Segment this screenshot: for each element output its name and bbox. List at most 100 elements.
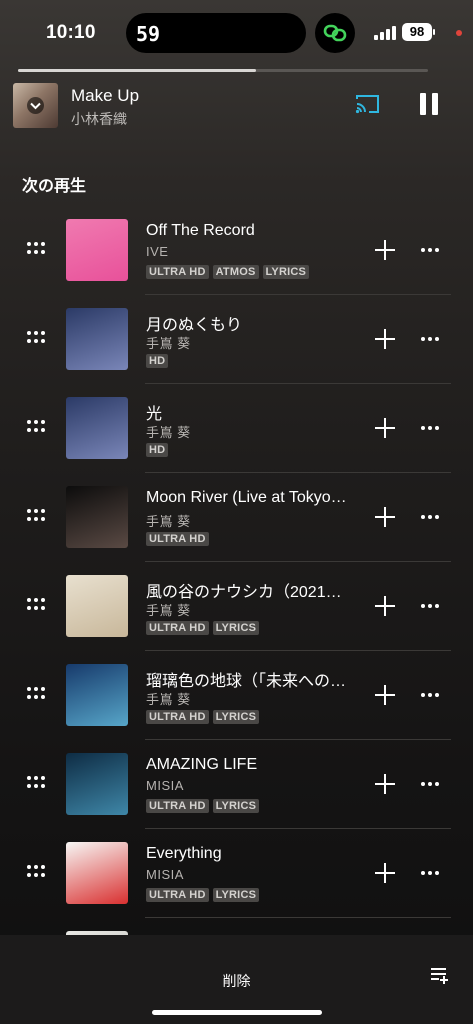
- queue-row[interactable]: Everything MISIA ULTRA HD LYRICS: [0, 829, 473, 918]
- now-playing-artwork[interactable]: [13, 83, 58, 128]
- battery-tip: [433, 29, 435, 35]
- more-icon[interactable]: [421, 337, 439, 341]
- track-artist: MISIA: [146, 778, 184, 793]
- badge-group: ULTRA HD LYRICS: [146, 799, 260, 813]
- queue-row[interactable]: Moon River (Live at Tokyo… 手嶌 葵 ULTRA HD: [0, 473, 473, 562]
- more-icon[interactable]: [421, 248, 439, 252]
- more-icon[interactable]: [421, 693, 439, 697]
- track-artist: 手嶌 葵: [146, 514, 191, 529]
- track-artist: MISIA: [146, 867, 184, 882]
- pause-icon[interactable]: [419, 93, 439, 115]
- add-icon[interactable]: [375, 329, 395, 349]
- track-artist: 手嶌 葵: [146, 603, 191, 618]
- recording-indicator: [456, 30, 462, 36]
- album-artwork[interactable]: [66, 308, 128, 370]
- cast-icon[interactable]: [354, 93, 381, 120]
- album-artwork[interactable]: [66, 575, 128, 637]
- album-artwork[interactable]: [66, 486, 128, 548]
- track-artist: 手嶌 葵: [146, 336, 191, 351]
- track-title: 瑠璃色の地球（「未来への…: [146, 673, 347, 690]
- quality-badge: LYRICS: [212, 799, 260, 813]
- drag-handle-icon[interactable]: [27, 509, 45, 523]
- queue-row[interactable]: AMAZING LIFE MISIA ULTRA HD LYRICS: [0, 740, 473, 829]
- quality-badge: LYRICS: [212, 888, 260, 902]
- add-icon[interactable]: [375, 685, 395, 705]
- now-playing-title[interactable]: Make Up: [71, 86, 139, 106]
- now-playing-artist[interactable]: 小林香織: [71, 109, 127, 129]
- drag-handle-icon[interactable]: [27, 687, 45, 701]
- track-artist: IVE: [146, 244, 169, 259]
- quality-badge: LYRICS: [262, 265, 310, 279]
- queue-edit-icon[interactable]: [430, 967, 450, 990]
- quality-badge: ULTRA HD: [146, 621, 209, 635]
- quality-badge: ULTRA HD: [146, 799, 209, 813]
- add-icon[interactable]: [375, 418, 395, 438]
- album-artwork[interactable]: [66, 397, 128, 459]
- album-artwork[interactable]: [66, 664, 128, 726]
- drag-handle-icon[interactable]: [27, 420, 45, 434]
- playback-progress-fill: [18, 69, 256, 72]
- album-artwork[interactable]: [66, 753, 128, 815]
- dynamic-island: 59: [126, 13, 306, 53]
- bottom-bar: 削除: [0, 935, 473, 1024]
- track-title: Off The Record: [146, 222, 255, 239]
- album-artwork[interactable]: [66, 219, 128, 281]
- quality-badge: HD: [146, 443, 169, 457]
- badge-group: HD: [146, 354, 169, 368]
- drag-handle-icon[interactable]: [27, 776, 45, 790]
- track-title: Everything: [146, 845, 222, 862]
- quality-badge: ULTRA HD: [146, 532, 209, 546]
- battery-icon: 98: [402, 23, 432, 41]
- more-icon[interactable]: [421, 782, 439, 786]
- quality-badge: ULTRA HD: [146, 265, 209, 279]
- badge-group: ULTRA HD LYRICS: [146, 710, 260, 724]
- playback-progress-bar[interactable]: [18, 69, 428, 72]
- badge-group: ULTRA HD LYRICS: [146, 888, 260, 902]
- home-indicator: [152, 1010, 322, 1015]
- drag-handle-icon[interactable]: [27, 865, 45, 879]
- track-title: 月のぬくもり: [146, 317, 243, 334]
- add-icon[interactable]: [375, 596, 395, 616]
- queue-list: Off The Record IVE ULTRA HD ATMOS LYRICS 月…: [0, 206, 473, 1007]
- add-icon[interactable]: [375, 863, 395, 883]
- island-counter: 59: [136, 22, 161, 46]
- add-icon[interactable]: [375, 774, 395, 794]
- album-artwork[interactable]: [66, 842, 128, 904]
- more-icon[interactable]: [421, 515, 439, 519]
- quality-badge: LYRICS: [212, 710, 260, 724]
- track-title: 光: [146, 406, 163, 423]
- drag-handle-icon[interactable]: [27, 242, 45, 256]
- track-title: AMAZING LIFE: [146, 756, 258, 773]
- queue-row[interactable]: 光 手嶌 葵 HD: [0, 384, 473, 473]
- quality-badge: ATMOS: [212, 265, 259, 279]
- quality-badge: ULTRA HD: [146, 710, 209, 724]
- track-title: Moon River (Live at Tokyo…: [146, 489, 347, 506]
- status-bar: 10:10 59 98: [0, 0, 473, 64]
- drag-handle-icon[interactable]: [27, 598, 45, 612]
- queue-row[interactable]: 瑠璃色の地球（「未来への… 手嶌 葵 ULTRA HD LYRICS: [0, 651, 473, 740]
- quality-badge: ULTRA HD: [146, 888, 209, 902]
- quality-badge: HD: [146, 354, 169, 368]
- more-icon[interactable]: [421, 426, 439, 430]
- badge-group: ULTRA HD LYRICS: [146, 621, 260, 635]
- queue-row[interactable]: Off The Record IVE ULTRA HD ATMOS LYRICS: [0, 206, 473, 295]
- more-icon[interactable]: [421, 871, 439, 875]
- track-title: 風の谷のナウシカ（2021…: [146, 584, 342, 601]
- queue-row[interactable]: 風の谷のナウシカ（2021… 手嶌 葵 ULTRA HD LYRICS: [0, 562, 473, 651]
- badge-group: HD: [146, 443, 169, 457]
- drag-handle-icon[interactable]: [27, 331, 45, 345]
- badge-group: ULTRA HD ATMOS LYRICS: [146, 265, 310, 279]
- quality-badge: LYRICS: [212, 621, 260, 635]
- chevron-down-icon[interactable]: [27, 97, 44, 114]
- link-icon: [315, 13, 355, 53]
- more-icon[interactable]: [421, 604, 439, 608]
- track-artist: 手嶌 葵: [146, 425, 191, 440]
- delete-button[interactable]: 削除: [0, 971, 473, 991]
- cellular-signal-icon: [374, 26, 398, 40]
- badge-group: ULTRA HD: [146, 532, 209, 546]
- add-icon[interactable]: [375, 507, 395, 527]
- up-next-heading: 次の再生: [22, 178, 87, 195]
- queue-row[interactable]: 月のぬくもり 手嶌 葵 HD: [0, 295, 473, 384]
- track-artist: 手嶌 葵: [146, 692, 191, 707]
- add-icon[interactable]: [375, 240, 395, 260]
